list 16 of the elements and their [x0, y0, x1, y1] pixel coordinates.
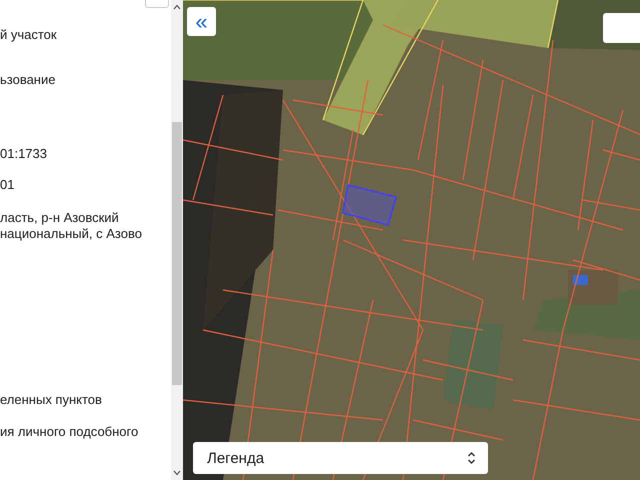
- property-text: 01:1733: [0, 146, 48, 162]
- scroll-thumb[interactable]: [172, 122, 182, 385]
- property-text: 01: [0, 177, 16, 193]
- collapse-button[interactable]: «: [187, 7, 216, 36]
- property-text: ласть, р-н Азовский национальный, с Азово: [0, 210, 143, 242]
- chevron-updown-icon: [467, 451, 476, 465]
- property-text: еленных пунктов: [0, 392, 103, 408]
- property-text: ьзование: [0, 72, 56, 88]
- select-value: Легенда: [207, 450, 264, 466]
- legend-select[interactable]: Легенда: [193, 442, 488, 474]
- map-control[interactable]: [603, 13, 640, 43]
- scrollbar[interactable]: [171, 0, 183, 480]
- property-text: ия личного подсобного: [0, 424, 140, 440]
- scroll-down-icon[interactable]: [173, 470, 181, 476]
- scroll-up-icon[interactable]: [173, 4, 181, 10]
- property-text: й участок: [0, 27, 58, 43]
